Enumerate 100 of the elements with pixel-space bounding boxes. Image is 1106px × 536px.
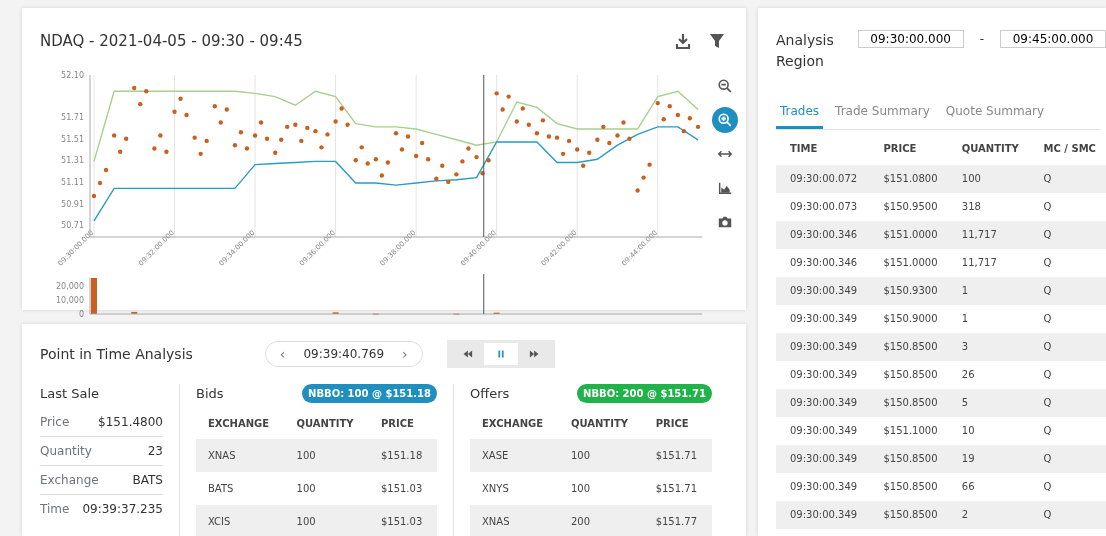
table-cell: 200 <box>558 504 644 536</box>
table-cell: Q <box>1029 221 1106 249</box>
table-cell: 3 <box>947 333 1030 361</box>
table-cell: $150.9500 <box>869 193 948 221</box>
table-cell: $151.71 <box>643 438 712 472</box>
range-separator: - <box>979 31 984 48</box>
field-label: Exchange <box>40 471 99 489</box>
table-cell: 09:30:00.349 <box>776 277 870 305</box>
y-tick-label: 52.10 <box>61 70 84 80</box>
table-cell: 09:30:00.349 <box>776 333 870 361</box>
chart-title: NDAQ - 2021-04-05 - 09:30 - 09:45 <box>40 31 303 52</box>
table-cell: $151.18 <box>368 438 437 472</box>
table-cell: Q <box>1029 361 1106 389</box>
table-cell: 09:30:00.349 <box>776 501 870 529</box>
column-header: EXCHANGE <box>481 416 545 431</box>
table-cell: 100 <box>558 438 644 472</box>
column-header: PRICE <box>654 416 690 431</box>
table-cell: Q <box>1029 305 1106 333</box>
field-value: 09:39:37.235 <box>82 500 163 518</box>
table-cell: $151.03 <box>368 471 437 505</box>
table-cell: $151.1000 <box>869 417 948 445</box>
column-header: TIME <box>776 130 870 165</box>
table-cell: 09:30:00.349 <box>776 417 870 445</box>
table-cell: 1 <box>947 277 1030 305</box>
table-cell: $150.8500 <box>869 389 948 417</box>
nbbo-badge: NBBO: 200 @ $151.71 <box>577 384 712 404</box>
table-cell: 5 <box>947 389 1030 417</box>
table-cell: 19 <box>947 445 1030 473</box>
table-cell: $151.0000 <box>869 221 948 249</box>
table-cell: 100 <box>558 471 644 505</box>
table-cell: $151.0000 <box>869 249 948 277</box>
column-header: PRICE <box>379 416 415 431</box>
table-cell: $151.71 <box>643 471 712 505</box>
table-cell: 09:30:00.349 <box>776 305 870 333</box>
table-cell: $150.9300 <box>869 277 948 305</box>
table-cell: 09:30:00.349 <box>776 361 870 389</box>
table-cell: Q <box>1029 389 1106 417</box>
table-cell: 1 <box>947 305 1030 333</box>
table-cell: 2 <box>947 501 1030 529</box>
table-cell: XCIS <box>196 504 285 536</box>
table-cell: XNAS <box>196 438 285 472</box>
panel-title: Point in Time Analysis <box>40 344 193 364</box>
table-cell: $150.8500 <box>869 501 948 529</box>
column-header: QUANTITY <box>947 130 1030 165</box>
table-cell: 09:30:00.349 <box>776 473 870 501</box>
table-cell: $151.77 <box>643 504 712 536</box>
table-cell: $150.9000 <box>869 305 948 333</box>
field-value: BATS <box>132 471 163 489</box>
table-cell: Q <box>1029 193 1106 221</box>
table-cell: Q <box>1029 165 1106 193</box>
table-cell: 100 <box>284 438 369 472</box>
table-cell: 09:30:00.346 <box>776 221 870 249</box>
section-title: Offers <box>470 385 510 403</box>
table-cell: 09:30:00.346 <box>776 249 870 277</box>
table-cell: XNYS <box>470 471 559 505</box>
table-cell: 09:30:00.349 <box>776 389 870 417</box>
table-cell: $150.8500 <box>869 445 948 473</box>
table-cell: 09:30:00.073 <box>776 193 870 221</box>
table-cell: $150.8500 <box>869 333 948 361</box>
table-cell: $151.0800 <box>869 165 948 193</box>
table-cell: $150.8500 <box>869 361 948 389</box>
column-header: PRICE <box>869 130 948 165</box>
field-value: $151.4800 <box>98 413 163 431</box>
table-cell: Q <box>1029 501 1106 529</box>
y-tick-label: 51.71 <box>61 112 84 122</box>
y-tick-label: 10,000 <box>56 295 84 305</box>
table-cell: 100 <box>947 165 1030 193</box>
y-tick-label: 50.71 <box>61 220 84 230</box>
field-label: Time <box>40 500 70 518</box>
y-tick-label: 51.11 <box>61 177 84 187</box>
table-cell: 26 <box>947 361 1030 389</box>
y-tick-label: 51.51 <box>61 134 84 144</box>
column-header: QUANTITY <box>295 416 355 431</box>
table-cell: BATS <box>196 471 285 505</box>
panel-title: Analysis Region <box>776 31 835 71</box>
field-label: Price <box>40 413 70 431</box>
table-cell: 100 <box>284 504 369 536</box>
table-cell: Q <box>1029 445 1106 473</box>
table-cell: Q <box>1029 417 1106 445</box>
column-header: QUANTITY <box>569 416 629 431</box>
table-cell: 09:30:00.072 <box>776 165 870 193</box>
y-tick-label: 50.91 <box>61 199 84 208</box>
table-cell: Q <box>1029 249 1106 277</box>
table-cell: 09:30:00.349 <box>776 445 870 473</box>
section-title: Last Sale <box>40 385 101 403</box>
table-cell: XASE <box>470 438 559 472</box>
section-title: Bids <box>196 385 224 403</box>
field-value: 23 <box>147 442 163 460</box>
table-cell: Q <box>1029 277 1106 305</box>
table-cell: 11,717 <box>947 221 1030 249</box>
field-label: Quantity <box>40 442 92 460</box>
table-cell: 10 <box>947 417 1030 445</box>
table-cell: $150.8500 <box>869 473 948 501</box>
column-header: MC / SMC <box>1029 130 1106 165</box>
table-cell: 100 <box>284 471 369 505</box>
table-cell: 11,717 <box>947 249 1030 277</box>
table-cell: 318 <box>947 193 1030 221</box>
y-tick-label: 51.31 <box>61 155 84 165</box>
table-cell: 66 <box>947 473 1030 501</box>
column-header: EXCHANGE <box>207 416 271 431</box>
